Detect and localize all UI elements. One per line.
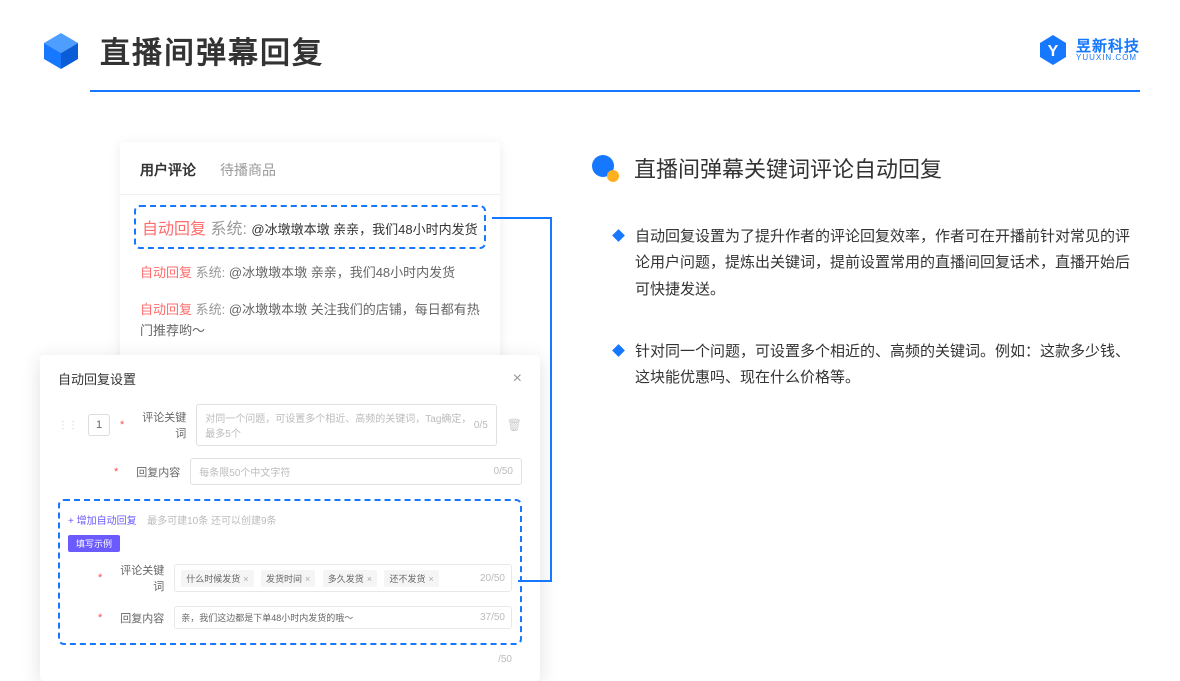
connector: [550, 217, 552, 582]
page-title: 直播间弹幕回复: [100, 28, 324, 72]
drag-handle-icon[interactable]: ⋮⋮: [58, 420, 78, 431]
content-label: 回复内容: [128, 464, 180, 480]
settings-panel: 自动回复设置 × ⋮⋮ 1 * 评论关键词 对同一个问题，可设置多个相近、高频的…: [40, 355, 540, 681]
tag-item[interactable]: 什么时候发货×: [181, 570, 253, 587]
example-badge: 填写示例: [68, 535, 120, 552]
svg-text:Y: Y: [1048, 43, 1059, 60]
diamond-icon: [612, 229, 625, 242]
reply-text: @冰墩墩本墩 亲亲，我们48小时内发货: [251, 222, 477, 237]
chat-bubble-icon: [590, 153, 620, 183]
tag-item[interactable]: 还不发货×: [384, 570, 438, 587]
tab-pending-goods[interactable]: 待播商品: [220, 160, 276, 180]
bullet-item: 自动回复设置为了提升作者的评论回复效率，作者可在开播前针对常见的评论用户问题，提…: [590, 224, 1140, 303]
highlighted-reply: 自动回复 系统: @冰墩墩本墩 亲亲，我们48小时内发货: [134, 205, 486, 249]
brand-url: YUUXIN.COM: [1076, 54, 1140, 62]
auto-reply-tag: 自动回复: [142, 221, 206, 238]
content-input[interactable]: 每条限50个中文字符 0/50: [190, 458, 522, 485]
comment-panel: 用户评论 待播商品 自动回复 系统: @冰墩墩本墩 亲亲，我们48小时内发货 自…: [120, 142, 500, 367]
brand-logo: Y 昱新科技 YUUXIN.COM: [1036, 33, 1140, 67]
add-reply-link[interactable]: + 增加自动回复: [68, 516, 137, 527]
tag-item[interactable]: 多久发货×: [323, 570, 377, 587]
section-title: 直播间弹幕关键词评论自动回复: [634, 152, 942, 184]
kw-label: 评论关键词: [134, 409, 186, 441]
brand-name: 昱新科技: [1076, 39, 1140, 54]
tab-user-comments[interactable]: 用户评论: [140, 160, 196, 180]
tag-item[interactable]: 发货时间×: [261, 570, 315, 587]
example-keyword-input[interactable]: 什么时候发货× 发货时间× 多久发货× 还不发货× 20/50: [174, 564, 512, 592]
bullet-item: 针对同一个问题，可设置多个相近的、高频的关键词。例如：这款多少钱、这块能优惠吗、…: [590, 339, 1140, 392]
example-content-input[interactable]: 亲，我们这边都是下单48小时内发货的哦～ 37/50: [174, 606, 512, 629]
reply-row: 自动回复 系统: @冰墩墩本墩 关注我们的店铺，每日都有热门推荐哟～: [120, 292, 500, 350]
connector: [492, 217, 552, 219]
close-icon[interactable]: ×: [513, 370, 522, 388]
index-box: 1: [88, 414, 110, 436]
reply-row: 自动回复 系统: @冰墩墩本墩 亲亲，我们48小时内发货: [120, 255, 500, 292]
example-box: + 增加自动回复 最多可建10条 还可以创建9条 填写示例 * 评论关键词 什么…: [58, 499, 522, 645]
keyword-input[interactable]: 对同一个问题，可设置多个相近、高频的关键词，Tag确定，最多5个 0/5: [196, 404, 496, 446]
settings-title: 自动回复设置: [58, 369, 136, 388]
trash-icon[interactable]: 🗑: [507, 418, 522, 432]
cube-icon: [40, 29, 82, 71]
diamond-icon: [612, 344, 625, 357]
add-hint: 最多可建10条 还可以创建9条: [147, 516, 276, 527]
